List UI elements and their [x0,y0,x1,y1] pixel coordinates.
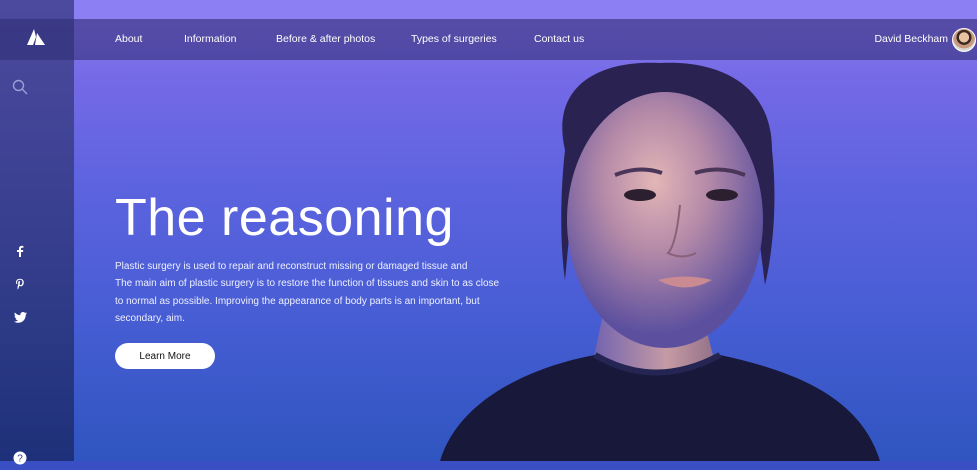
hero-description-line: The main aim of plastic surgery is to re… [115,278,500,290]
sidebar [0,0,74,461]
nav-before-after-photos[interactable]: Before & after photos [276,19,375,60]
facebook-icon [15,244,25,262]
nav-about[interactable]: About [115,19,142,60]
svg-text:?: ? [17,454,23,465]
twitter-link[interactable] [0,310,40,328]
search-button[interactable] [0,79,40,100]
hero-description: Plastic surgery is used to repair and re… [115,258,525,327]
search-icon [12,79,28,100]
avatar[interactable] [952,28,976,52]
top-strip [74,0,977,19]
mountain-logo-icon [26,28,48,51]
hero-description-line: Plastic surgery is used to repair and re… [115,261,468,272]
learn-more-button[interactable]: Learn More [115,343,215,369]
top-navbar: About Information Before & after photos … [74,19,977,60]
twitter-icon [13,310,27,328]
nav-contact-us[interactable]: Contact us [534,19,584,60]
pinterest-link[interactable] [0,277,40,295]
hero-title: The reasoning [115,189,454,247]
nav-information[interactable]: Information [184,19,237,60]
user-name[interactable]: David Beckham [874,19,948,60]
nav-types-of-surgeries[interactable]: Types of surgeries [411,19,497,60]
logo-link[interactable] [0,19,74,60]
hero-description-line: to normal as possible. Improving the app… [115,295,480,307]
facebook-link[interactable] [0,244,40,262]
hero-description-line: secondary, aim. [115,312,185,324]
pinterest-icon [15,277,25,295]
